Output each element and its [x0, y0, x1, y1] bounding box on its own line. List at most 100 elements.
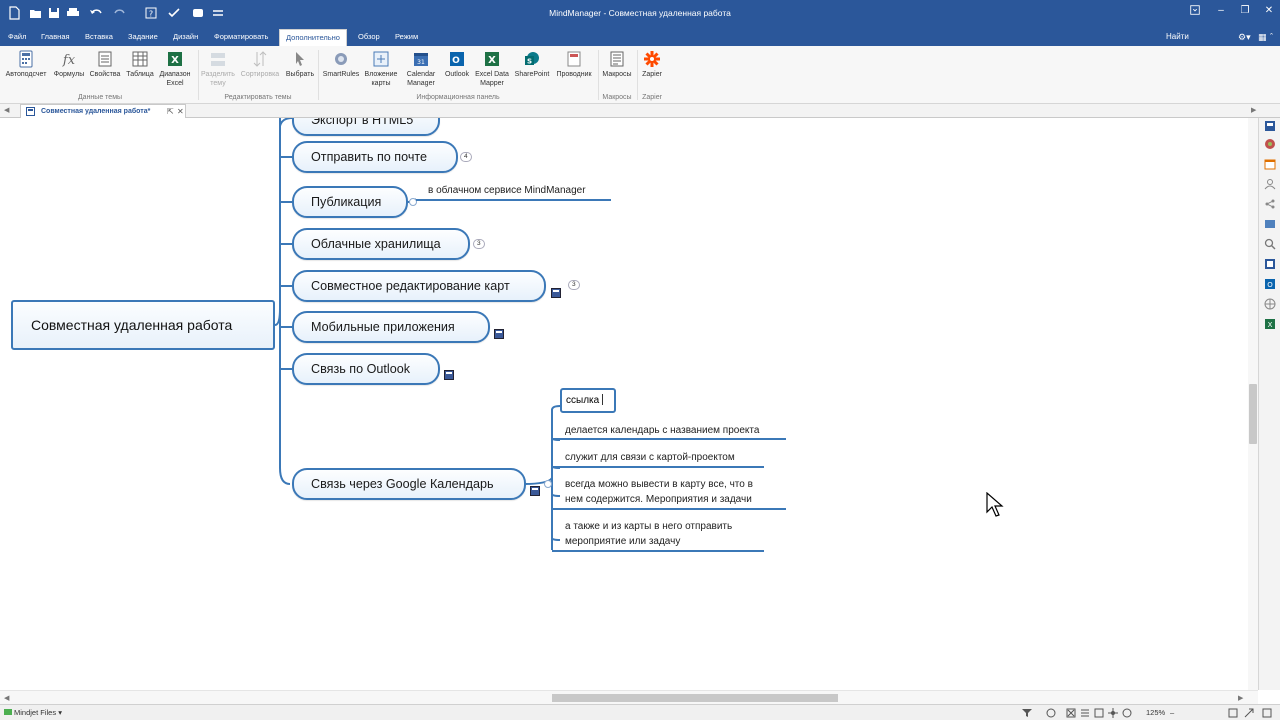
tab-home[interactable]: Главная: [35, 31, 76, 46]
subtopic-count-badge[interactable]: 4: [460, 152, 472, 162]
schedule-view-icon[interactable]: [1094, 708, 1104, 718]
topic-google-calendar[interactable]: Связь через Google Календарь: [292, 468, 526, 500]
minimize-icon[interactable]: –: [1214, 4, 1228, 18]
svg-text:X: X: [488, 55, 496, 66]
share-icon[interactable]: [1264, 198, 1276, 210]
tab-file[interactable]: Файл: [2, 31, 32, 46]
subtopic-cloud-service[interactable]: в облачном сервисе MindManager: [428, 184, 586, 198]
horizontal-scrollbar[interactable]: ◀ ▶: [0, 690, 1258, 704]
fit-map-icon[interactable]: [1228, 708, 1238, 718]
document-tab-label: Совместная удаленная работа*: [41, 108, 151, 115]
sharepoint-button[interactable]: S SharePoint: [512, 50, 552, 80]
scroll-left-icon[interactable]: ◀: [4, 106, 9, 114]
scroll-left-arrow-icon[interactable]: ◀: [4, 694, 9, 702]
image-icon[interactable]: [1264, 218, 1276, 230]
topic-publication[interactable]: Публикация: [292, 186, 408, 218]
browser-icon[interactable]: [1264, 298, 1276, 310]
pin-icon[interactable]: ⇱: [167, 105, 174, 118]
attachment-icon[interactable]: [494, 329, 504, 339]
fx-icon: fx: [62, 53, 76, 68]
svg-text:X: X: [1268, 321, 1273, 329]
collapse-icon[interactable]: [1066, 708, 1076, 718]
subtopic-calendar-created[interactable]: делается календарь с названием проекта: [565, 424, 759, 438]
tab-insert[interactable]: Вставка: [79, 31, 119, 46]
smartrules-button[interactable]: SmartRules: [320, 50, 362, 80]
excel-pane-icon[interactable]: X: [1264, 318, 1276, 330]
explorer-button[interactable]: Проводник: [552, 50, 596, 80]
subtopic-edit-input[interactable]: ссылка: [560, 388, 616, 413]
subtopic-underline: [552, 438, 786, 440]
link-map-icon[interactable]: [1122, 708, 1132, 718]
select-icon: [296, 52, 304, 66]
topic-send-email[interactable]: Отправить по почте: [292, 141, 458, 173]
calendar-pane-icon[interactable]: [1264, 158, 1276, 170]
macros-button[interactable]: Макросы: [599, 50, 635, 80]
properties-button[interactable]: Свойства: [88, 50, 122, 80]
vertical-scroll-thumb[interactable]: [1249, 384, 1257, 444]
topic-export-html5[interactable]: Экспорт в HTML5: [292, 118, 440, 136]
fullscreen-icon[interactable]: [1262, 708, 1272, 718]
map-canvas[interactable]: Совместная удаленная работа Экспорт в HT…: [0, 118, 1258, 690]
topic-outlook-link[interactable]: Связь по Outlook: [292, 353, 440, 385]
scroll-right-icon[interactable]: ▶: [1251, 106, 1256, 114]
map-view-icon[interactable]: [1108, 708, 1118, 718]
layout-icon[interactable]: [1046, 708, 1056, 718]
grid-icon[interactable]: ▦: [1258, 31, 1267, 43]
outlook-button[interactable]: O Outlook: [442, 50, 472, 80]
group-label-edit-topics: Редактировать темы: [224, 94, 292, 101]
tab-format[interactable]: Форматировать: [208, 31, 274, 46]
search-icon[interactable]: [1264, 238, 1276, 250]
subtopic-export-line1[interactable]: всегда можно вывести в карту все, что в: [565, 478, 753, 492]
topic-cloud-storage[interactable]: Облачные хранилища: [292, 228, 470, 260]
excel-range-button[interactable]: X Диапазон Excel: [156, 50, 194, 88]
ribbon-display-icon[interactable]: [1188, 4, 1202, 18]
map-parts-icon[interactable]: [1264, 120, 1276, 132]
attachment-icon[interactable]: [530, 486, 540, 496]
settings-icon[interactable]: ⚙▾: [1238, 31, 1251, 43]
close-icon[interactable]: ✕: [1262, 4, 1276, 18]
autocalc-button[interactable]: Автоподсчет: [3, 50, 49, 80]
subtopic-count-badge[interactable]: 3: [473, 239, 485, 249]
document-tab[interactable]: Совместная удаленная работа* ⇱ ✕: [20, 104, 186, 118]
subtopic-link-to-map[interactable]: служит для связи с картой-проектом: [565, 451, 735, 465]
library-icon[interactable]: [1264, 138, 1276, 150]
subtopic-send-line1[interactable]: а также и из карты в него отправить: [565, 520, 732, 534]
topic-mobile-apps[interactable]: Мобильные приложения: [292, 311, 490, 343]
collapse-ribbon-icon[interactable]: ˆ: [1270, 31, 1273, 43]
zoom-level[interactable]: 125%: [1146, 708, 1165, 717]
close-tab-icon[interactable]: ✕: [177, 105, 184, 118]
formulas-button[interactable]: fx Формулы: [50, 50, 88, 80]
restore-icon[interactable]: ❐: [1238, 4, 1252, 18]
topic-map-coediting[interactable]: Совместное редактирование карт: [292, 270, 546, 302]
map-index-icon[interactable]: [1264, 258, 1276, 270]
subtopic-count-badge[interactable]: 3: [568, 280, 580, 290]
map-attach-button[interactable]: Вложение карты: [362, 50, 400, 88]
sort-button: Сортировка: [238, 50, 282, 80]
tab-task[interactable]: Задание: [122, 31, 164, 46]
subtopic-send-line2[interactable]: мероприятие или задачу: [565, 535, 680, 549]
find-button[interactable]: Найти: [1166, 32, 1189, 41]
central-topic[interactable]: Совместная удаленная работа: [11, 300, 275, 350]
zapier-button[interactable]: Zapier: [637, 50, 667, 80]
outlook-pane-icon[interactable]: O: [1264, 278, 1276, 290]
tab-view[interactable]: Режим: [389, 31, 424, 46]
attachment-icon[interactable]: [444, 370, 454, 380]
outline-view-icon[interactable]: [1080, 708, 1090, 718]
attachment-icon[interactable]: [551, 288, 561, 298]
calendar-manager-button[interactable]: 31 Calendar Manager: [400, 50, 442, 88]
zoom-slider-minus-icon[interactable]: –: [1170, 708, 1174, 717]
excel-data-mapper-button[interactable]: X Excel Data Mapper: [472, 50, 512, 88]
group-label-topic-data: Данные темы: [77, 94, 123, 101]
subtopic-export-line2[interactable]: нем содержится. Мероприятия и задачи: [565, 493, 752, 507]
table-button[interactable]: Таблица: [122, 50, 158, 80]
tab-design[interactable]: Дизайн: [167, 31, 204, 46]
tab-review[interactable]: Обзор: [352, 31, 386, 46]
zoom-fit-icon[interactable]: [1244, 708, 1254, 718]
horizontal-scroll-thumb[interactable]: [552, 694, 838, 702]
tab-advanced[interactable]: Дополнительно: [279, 29, 347, 46]
filter-icon[interactable]: [1022, 708, 1032, 718]
person-icon[interactable]: [1264, 178, 1276, 190]
select-button[interactable]: Выбрать: [282, 50, 318, 80]
mindjet-files-button[interactable]: Mindjet Files ▾: [4, 708, 62, 717]
scroll-right-arrow-icon[interactable]: ▶: [1238, 694, 1243, 702]
